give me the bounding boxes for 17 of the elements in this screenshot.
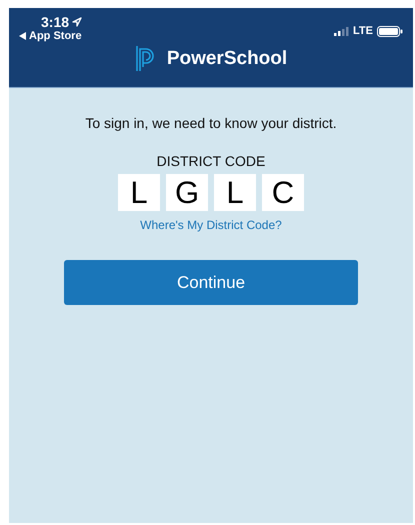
logo-icon xyxy=(134,45,157,72)
network-type: LTE xyxy=(353,25,373,37)
code-character-field[interactable]: L xyxy=(214,174,256,211)
district-code-label: DISTRICT CODE xyxy=(156,153,266,169)
sign-in-prompt: To sign in, we need to know your district. xyxy=(85,115,337,131)
clock-time: 3:18 xyxy=(41,14,70,30)
district-code-help-link[interactable]: Where's My District Code? xyxy=(140,218,282,232)
code-character-field[interactable]: G xyxy=(166,174,208,211)
code-character-field[interactable]: L xyxy=(118,174,160,211)
continue-button[interactable]: Continue xyxy=(64,260,358,305)
signal-bars-icon xyxy=(334,26,350,36)
app-title: PowerSchool xyxy=(166,48,288,70)
battery-icon xyxy=(377,26,403,36)
code-character-field[interactable]: C xyxy=(262,174,304,211)
location-arrow-icon xyxy=(72,17,82,27)
back-to-app-store-link[interactable]: App Store xyxy=(19,30,82,42)
back-triangle-icon xyxy=(19,32,26,40)
